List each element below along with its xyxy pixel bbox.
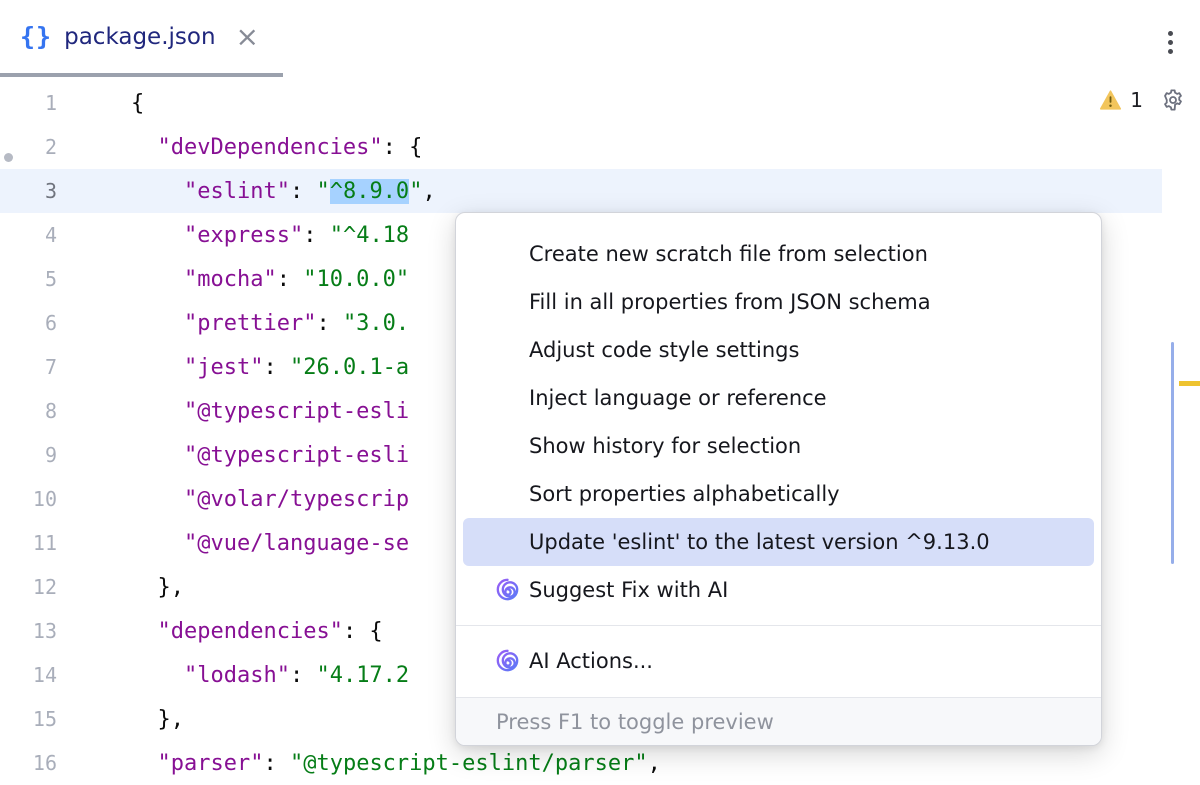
menu-footer-hint: Press F1 to toggle preview xyxy=(456,697,1101,745)
active-tab-underline xyxy=(0,73,283,77)
editor-tab-bar: {} package.json × xyxy=(0,0,1200,77)
code-text: "devDependencies": { xyxy=(57,135,422,160)
menu-separator xyxy=(456,625,1101,626)
gutter-marker-dot xyxy=(4,153,13,162)
menu-item-adjust-code-style-settings[interactable]: Adjust code style settings xyxy=(463,326,1094,374)
code-text: "@typescript-esli xyxy=(57,399,409,424)
menu-item-label: Create new scratch file from selection xyxy=(529,242,928,266)
line-number: 6 xyxy=(0,311,57,335)
code-text: "@volar/typescrip xyxy=(57,487,409,512)
code-line[interactable]: 16 "parser": "@typescript-eslint/parser"… xyxy=(0,741,1162,785)
line-number: 10 xyxy=(0,487,57,511)
warning-count: 1 xyxy=(1130,88,1143,112)
code-text: }, xyxy=(57,575,184,600)
menu-item-label: Inject language or reference xyxy=(529,386,827,410)
code-text: }, xyxy=(57,707,184,732)
code-text: { xyxy=(57,91,144,116)
scrollbar-warning-marker[interactable] xyxy=(1179,381,1200,386)
menu-item-label: AI Actions... xyxy=(529,649,653,673)
ai-icon xyxy=(495,577,520,602)
line-number: 9 xyxy=(0,443,57,467)
code-text: "prettier": "3.0. xyxy=(57,311,409,336)
line-number: 13 xyxy=(0,619,57,643)
menu-item-sort-properties-alphabetically[interactable]: Sort properties alphabetically xyxy=(463,470,1094,518)
menu-item-fill-in-all-properties-from-json-schema[interactable]: Fill in all properties from JSON schema xyxy=(463,278,1094,326)
code-text: "eslint": "^8.9.0", xyxy=(57,179,436,204)
warning-icon xyxy=(1100,90,1121,110)
menu-item-suggest-fix-with-ai[interactable]: Suggest Fix with AI xyxy=(463,566,1094,614)
line-number: 4 xyxy=(0,223,57,247)
line-number: 14 xyxy=(0,663,57,687)
code-line[interactable]: 1{ xyxy=(0,81,1162,125)
code-text: "@typescript-esli xyxy=(57,443,409,468)
line-number: 3 xyxy=(0,179,57,203)
tab-package-json[interactable]: {} package.json × xyxy=(0,0,263,73)
code-text: "mocha": "10.0.0" xyxy=(57,267,409,292)
context-menu: Create new scratch file from selection Fi… xyxy=(455,212,1102,746)
menu-item-update-eslint-to-the-latest-version-9-13[interactable]: Update 'eslint' to the latest version ^9… xyxy=(463,518,1094,566)
menu-item-inject-language-or-reference[interactable]: Inject language or reference xyxy=(463,374,1094,422)
menu-item-label: Sort properties alphabetically xyxy=(529,482,840,506)
tab-label: package.json xyxy=(64,24,215,50)
code-text: "jest": "26.0.1-a xyxy=(57,355,409,380)
menu-item-label: Suggest Fix with AI xyxy=(529,578,728,602)
context-menu-items: Create new scratch file from selection Fi… xyxy=(456,230,1101,685)
code-text: "lodash": "4.17.2 xyxy=(57,663,409,688)
line-number: 8 xyxy=(0,399,57,423)
code-line[interactable]: 3 "eslint": "^8.9.0", xyxy=(0,169,1162,213)
code-text: "@vue/language-se xyxy=(57,531,409,556)
code-text: "express": "^4.18 xyxy=(57,223,409,248)
ai-icon xyxy=(495,648,520,673)
menu-item-label: Fill in all properties from JSON schema xyxy=(529,290,931,314)
line-number: 1 xyxy=(0,91,57,115)
scrollbar-change-marker[interactable] xyxy=(1171,342,1174,564)
menu-item-label: Show history for selection xyxy=(529,434,801,458)
menu-item-label: Update 'eslint' to the latest version ^9… xyxy=(529,530,990,554)
code-text: "dependencies": { xyxy=(57,619,383,644)
menu-item-show-history-for-selection[interactable]: Show history for selection xyxy=(463,422,1094,470)
line-number: 11 xyxy=(0,531,57,555)
line-number: 12 xyxy=(0,575,57,599)
menu-item-create-new-scratch-file-from-selection[interactable]: Create new scratch file from selection xyxy=(463,230,1094,278)
gear-icon[interactable] xyxy=(1162,89,1184,111)
more-options-icon[interactable] xyxy=(1163,26,1178,59)
menu-item-label: Adjust code style settings xyxy=(529,338,799,362)
json-file-icon: {} xyxy=(20,22,52,51)
menu-item-ai-actions[interactable]: AI Actions... xyxy=(463,637,1094,685)
line-number: 5 xyxy=(0,267,57,291)
code-line[interactable]: 2 "devDependencies": { xyxy=(0,125,1162,169)
line-number: 16 xyxy=(0,751,57,775)
inspections-widget[interactable]: 1 xyxy=(1100,88,1184,112)
line-number: 15 xyxy=(0,707,57,731)
code-text: "parser": "@typescript-eslint/parser", xyxy=(57,751,661,776)
tab-close-icon[interactable]: × xyxy=(232,23,263,51)
line-number: 7 xyxy=(0,355,57,379)
